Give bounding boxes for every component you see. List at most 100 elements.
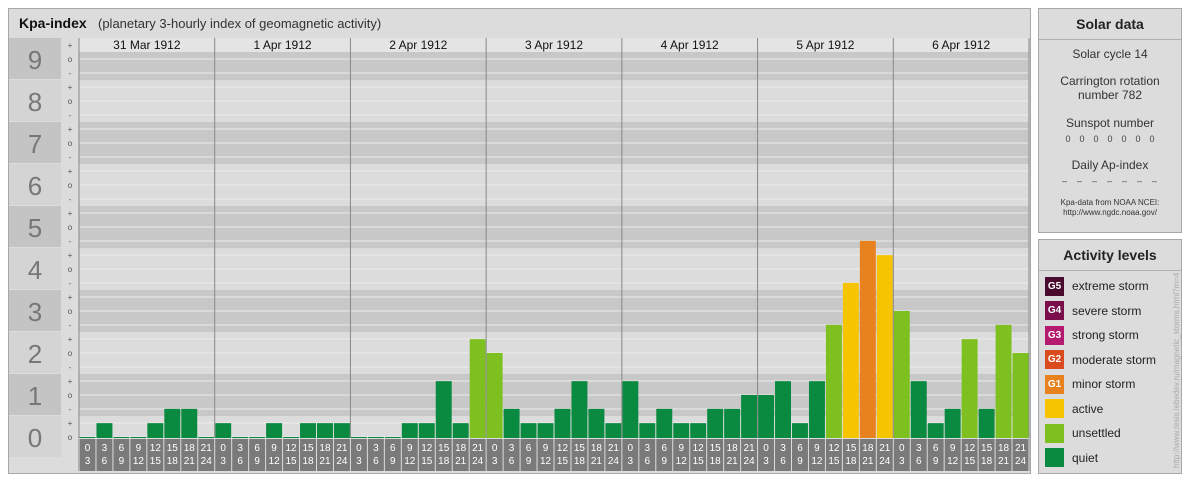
legend-item: G5 extreme storm [1045, 276, 1149, 296]
y-tick-label: 9 [28, 45, 42, 75]
interval-end: 24 [1015, 456, 1027, 467]
interval-end: 24 [336, 456, 348, 467]
kp-bar [113, 437, 130, 438]
y-tick-label: 4 [28, 255, 42, 285]
legend-label: severe storm [1072, 303, 1142, 318]
interval-start: 0 [85, 443, 91, 454]
interval-start: 21 [744, 443, 756, 454]
kp-bar [401, 423, 418, 438]
solar-data-heading: Solar data [1039, 9, 1181, 40]
interval-end: 6 [373, 456, 379, 467]
kp-bar [537, 423, 554, 438]
kp-bar [910, 381, 927, 438]
kp-bar [724, 408, 741, 438]
interval-end: 6 [780, 456, 786, 467]
interval-start: 6 [797, 443, 803, 454]
kp-bar [571, 381, 588, 438]
interval-start: 12 [285, 443, 297, 454]
interval-end: 18 [167, 456, 179, 467]
legend-item: active [1045, 399, 1103, 419]
sub-tick-label: o [68, 349, 73, 358]
carrington-rotation: Carrington rotation number 782 [1039, 74, 1181, 102]
kp-bar [452, 423, 469, 438]
interval-end: 18 [710, 456, 722, 467]
sub-tick-label: - [69, 237, 72, 246]
sub-tick-label: - [69, 195, 72, 204]
interval-end: 21 [727, 456, 739, 467]
sub-tick-label: + [68, 377, 73, 386]
ap-value: – [1137, 176, 1144, 186]
interval-end: 3 [220, 456, 226, 467]
interval-start: 9 [678, 443, 684, 454]
kp-bar [673, 423, 690, 438]
watermark: http://www.tesis.lebedev.ru/magnetic_sto… [1172, 272, 1181, 468]
carrington-line-1: Carrington rotation [1060, 74, 1160, 88]
interval-end: 15 [693, 456, 705, 467]
legend-label: strong storm [1072, 328, 1139, 342]
chart-subtitle: (planetary 3-hourly index of geomagnetic… [98, 16, 382, 31]
interval-start: 21 [336, 443, 348, 454]
interval-end: 21 [319, 456, 331, 467]
interval-end: 24 [608, 456, 620, 467]
y-tick-label: 0 [28, 423, 42, 453]
sub-tick-label: + [68, 125, 73, 134]
legend-swatch [1045, 448, 1064, 467]
ap-value: – [1122, 176, 1129, 186]
kp-bar [232, 437, 249, 438]
interval-end: 15 [557, 456, 569, 467]
legend-label: unsettled [1072, 426, 1121, 440]
kp-bar [266, 423, 283, 438]
interval-end: 12 [676, 456, 688, 467]
sub-tick-label: - [69, 111, 72, 120]
interval-start: 12 [828, 443, 840, 454]
kp-bar [639, 423, 656, 438]
kp-bar [96, 423, 113, 438]
kp-bar [181, 408, 198, 438]
legend-item: quiet [1045, 448, 1098, 468]
interval-end: 18 [981, 456, 993, 467]
kp-bar [690, 423, 707, 438]
ap-value: – [1061, 176, 1068, 186]
kp-bar [792, 423, 808, 438]
interval-start: 21 [201, 443, 213, 454]
interval-end: 3 [356, 456, 362, 467]
interval-end: 9 [119, 456, 125, 467]
interval-end: 3 [628, 456, 634, 467]
kp-bar [215, 423, 232, 438]
legend-item: G3 strong storm [1045, 325, 1139, 345]
legend-label: minor storm [1072, 377, 1136, 391]
legend-item: G4 severe storm [1045, 301, 1141, 321]
interval-start: 9 [136, 443, 142, 454]
kp-bar [198, 437, 215, 438]
interval-start: 6 [661, 443, 667, 454]
ap-index-label: Daily Ap-index [1071, 158, 1149, 172]
sub-tick-label: o [68, 265, 73, 274]
interval-start: 15 [167, 443, 179, 454]
interval-end: 12 [540, 456, 552, 467]
sub-tick-label: - [69, 69, 72, 78]
interval-end: 21 [184, 456, 196, 467]
interval-end: 21 [862, 456, 874, 467]
sub-tick-label: + [68, 335, 73, 344]
kp-bar [927, 423, 944, 438]
source-line-2: http://www.ngdc.noaa.gov/ [1063, 208, 1157, 217]
kp-bar [520, 423, 537, 438]
interval-end: 3 [492, 456, 498, 467]
carrington-line-2: number 782 [1077, 88, 1143, 102]
source-line-1: Kpa-data from NOAA NCEI: [1060, 198, 1160, 207]
interval-start: 18 [998, 443, 1010, 454]
interval-end: 21 [455, 456, 467, 467]
interval-start: 18 [455, 443, 467, 454]
kp-bar [300, 423, 316, 438]
y-tick-label: 1 [28, 381, 42, 411]
interval-end: 12 [404, 456, 416, 467]
interval-start: 12 [964, 443, 976, 454]
y-tick-label: 5 [28, 213, 42, 243]
kp-bar [147, 423, 164, 438]
interval-start: 3 [645, 443, 651, 454]
interval-end: 6 [645, 456, 651, 467]
kpa-chart: 0123456789o+o+-o+-o+-o+-o+-o+-o+-o+-o+-3… [9, 9, 1030, 472]
interval-start: 3 [237, 443, 243, 454]
ap-value: – [1152, 176, 1159, 186]
interval-start: 6 [119, 443, 125, 454]
